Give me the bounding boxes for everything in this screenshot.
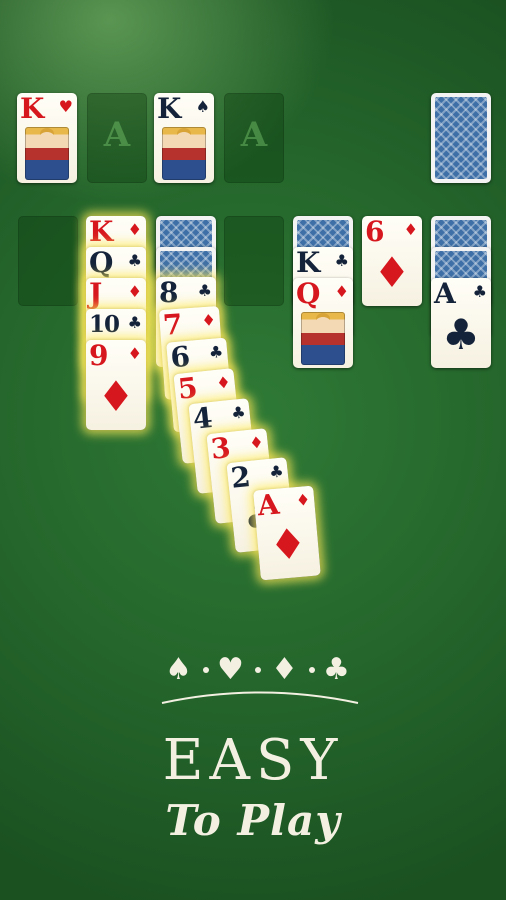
card-rank: 8 bbox=[159, 277, 179, 309]
card-rank: K bbox=[296, 247, 320, 279]
card-rank: K bbox=[157, 93, 181, 125]
card-rank: 10 bbox=[89, 311, 120, 338]
club-icon: ♣ bbox=[230, 402, 247, 423]
diamond-icon: ♦ bbox=[200, 310, 217, 331]
club-icon: ♣ bbox=[323, 652, 350, 687]
separator-dot bbox=[203, 667, 209, 673]
card-rank: 5 bbox=[176, 371, 199, 406]
spade-icon: ♠ bbox=[165, 652, 192, 687]
club-icon: ♣ bbox=[208, 341, 224, 363]
club-icon: ♣ bbox=[197, 281, 212, 300]
foundation-slot[interactable]: A bbox=[87, 93, 147, 183]
subline: To Play bbox=[165, 796, 341, 845]
diamond-icon: ♦ bbox=[127, 344, 142, 363]
card-rank: 6 bbox=[365, 216, 385, 248]
card-rank: 9 bbox=[89, 340, 109, 372]
empty-tableau-slot[interactable] bbox=[18, 216, 78, 306]
card-rank: K bbox=[89, 216, 113, 248]
foundation-slot[interactable]: A bbox=[224, 93, 284, 183]
card-a-of-diamonds[interactable]: A ♦ ♦ bbox=[253, 485, 321, 581]
face-card-portrait bbox=[301, 312, 345, 365]
diamond-icon: ♦ bbox=[373, 248, 411, 297]
card-k-of-spades[interactable]: K ♠ bbox=[154, 93, 214, 183]
card-rank: 2 bbox=[229, 460, 252, 495]
foundation-ace-placeholder: A bbox=[103, 115, 131, 155]
card-rank: A bbox=[256, 487, 280, 523]
diamond-icon: ♦ bbox=[127, 282, 142, 301]
diamond-icon: ♦ bbox=[97, 372, 135, 421]
card-a-of-clubs[interactable]: A ♣ ♣ bbox=[431, 278, 491, 368]
card-rank: Q bbox=[89, 247, 113, 279]
diamond-icon: ♦ bbox=[215, 372, 232, 393]
heart-icon: ♥ bbox=[217, 652, 244, 687]
face-card-portrait bbox=[162, 127, 206, 180]
card-rank: A bbox=[434, 278, 456, 310]
card-q-of-diamonds[interactable]: Q ♦ bbox=[293, 278, 353, 368]
empty-tableau-slot[interactable] bbox=[224, 216, 284, 306]
diamond-icon: ♦ bbox=[271, 652, 298, 687]
card-rank: Q bbox=[296, 278, 320, 310]
card-rank: K bbox=[20, 93, 44, 125]
club-icon: ♣ bbox=[442, 310, 480, 359]
face-down-card[interactable] bbox=[431, 93, 491, 183]
card-k-of-hearts[interactable]: K ♥ bbox=[17, 93, 77, 183]
club-icon: ♣ bbox=[334, 251, 349, 270]
club-icon: ♣ bbox=[472, 282, 487, 301]
diamond-icon: ♦ bbox=[403, 220, 418, 239]
card-rank: 7 bbox=[161, 307, 183, 342]
decorative-arc bbox=[161, 691, 359, 704]
heart-icon: ♥ bbox=[58, 97, 73, 116]
spade-icon: ♠ bbox=[195, 97, 210, 116]
card-9-of-diamonds[interactable]: 9 ♦ ♦ bbox=[86, 340, 146, 430]
separator-dot bbox=[255, 667, 261, 673]
card-rank: 6 bbox=[169, 339, 191, 375]
diamond-icon: ♦ bbox=[127, 220, 142, 239]
card-rank: 4 bbox=[191, 401, 214, 436]
separator-dot bbox=[309, 667, 315, 673]
club-icon: ♣ bbox=[127, 313, 142, 332]
diamond-icon: ♦ bbox=[334, 282, 349, 301]
face-card-portrait bbox=[25, 127, 69, 180]
card-rank: J bbox=[89, 278, 102, 310]
card-6-of-diamonds[interactable]: 6 ♦ ♦ bbox=[362, 216, 422, 306]
diamond-icon: ♦ bbox=[295, 489, 311, 511]
diamond-icon: ♦ bbox=[248, 432, 265, 453]
diamond-icon: ♦ bbox=[267, 518, 309, 571]
foundation-ace-placeholder: A bbox=[240, 115, 268, 155]
club-icon: ♣ bbox=[127, 251, 142, 270]
card-rank: 3 bbox=[209, 431, 232, 466]
headline: EASY bbox=[162, 728, 344, 793]
game-board: ♠♥♦♣ EASY To Play K♥AK♠AK♦♦Q♣♣J♦♦10♣♣9♦♦… bbox=[0, 0, 506, 900]
club-icon: ♣ bbox=[268, 461, 285, 482]
